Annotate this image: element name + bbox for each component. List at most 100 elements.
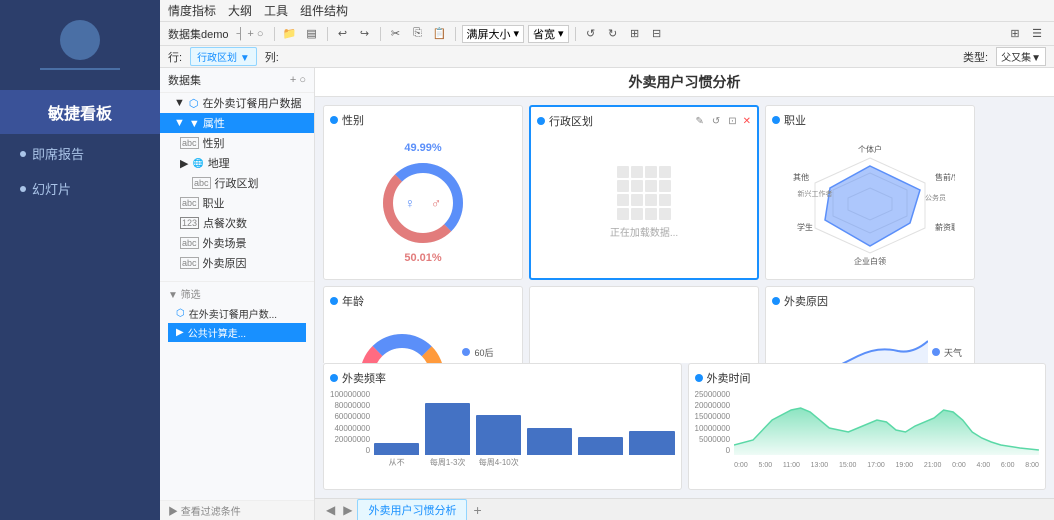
- tree-item-occupation[interactable]: abc 职业: [160, 193, 314, 213]
- tab-add-button[interactable]: +: [469, 502, 485, 518]
- filter-section: ▼ 筛选 ⬡ 在外卖订餐用户数... ▶ 公共计算走...: [160, 281, 314, 346]
- file-name-label: 数据集demo: [168, 26, 229, 42]
- expand-icon[interactable]: ⊡: [726, 116, 738, 127]
- loading-cell: [659, 166, 671, 178]
- menu-item-outline[interactable]: 大纲: [228, 2, 252, 19]
- folder-icon[interactable]: 📁: [281, 25, 299, 43]
- gender-chart-title: 性别: [330, 112, 516, 128]
- filter-footer[interactable]: ▶ 查看过滤条件: [160, 500, 314, 520]
- sidebar-item-dashboard[interactable]: 敏捷看板: [0, 90, 160, 134]
- menu-item-tools[interactable]: 工具: [264, 2, 288, 19]
- row-filter-tag[interactable]: 行政区划 ▼: [190, 47, 257, 66]
- pencil-icon[interactable]: ✎: [693, 116, 705, 127]
- loading-cell: [617, 208, 629, 220]
- reason-chart-title: 外卖原因: [772, 293, 968, 309]
- abc-icon: abc: [180, 257, 199, 269]
- zoom-dropdown[interactable]: 满屏大小 ▾: [462, 25, 525, 43]
- y-label: 25000000: [695, 390, 731, 399]
- abc-icon: abc: [180, 197, 199, 209]
- y-label: 100000000: [330, 390, 370, 399]
- tab-prev-icon[interactable]: ◀: [323, 503, 338, 517]
- view-dropdown[interactable]: 省宽 ▾: [528, 25, 569, 43]
- tree-item-attributes-folder[interactable]: ▼ ▼ 属性: [160, 113, 314, 133]
- zoom-in-icon[interactable]: ⊞: [626, 25, 644, 43]
- x-label: 17:00: [867, 462, 885, 469]
- x-label: 0:00: [952, 462, 966, 469]
- legend-label-weather: 天气: [944, 346, 962, 359]
- legend-dot-icon: [462, 348, 470, 356]
- tree-item-attributes[interactable]: ▼ ⬡ 在外卖订餐用户数据: [160, 93, 314, 113]
- grid-icon[interactable]: ▤: [303, 25, 321, 43]
- legend-70s: 70后: [462, 362, 493, 364]
- age-chart-title: 年龄: [330, 293, 516, 309]
- occupation-chart-body: 个体户 售前/售后 薪资职业 企业白领 学生 其他 新兴工作者 公务员: [772, 132, 968, 273]
- legend-label-lazy: 懒了: [944, 362, 962, 364]
- order-freq-title: 外卖频率: [330, 370, 675, 386]
- bar-item: [425, 403, 470, 455]
- second-toolbar: 行: 行政区划 ▼ 列: 类型: 父又集▼: [160, 46, 1054, 68]
- tree-label-props: ▼ 属性: [189, 115, 225, 131]
- geo-icon: 🌐: [192, 158, 203, 169]
- tree-item-district[interactable]: abc 行政区划: [160, 173, 314, 193]
- zoom-out-icon[interactable]: ⊟: [648, 25, 666, 43]
- bar-label-1-3: 每周1-3次: [425, 457, 470, 468]
- title-dot-icon: [330, 297, 338, 305]
- redo-icon[interactable]: ↪: [356, 25, 374, 43]
- paste-icon[interactable]: 📋: [431, 25, 449, 43]
- filter-item-2[interactable]: ▶ 公共计算走...: [168, 323, 306, 342]
- bar-item: [629, 431, 674, 455]
- file-panel-add-icon[interactable]: + ○: [290, 74, 306, 86]
- grid-view-icon[interactable]: ⊞: [1006, 25, 1024, 43]
- sidebar-item-slides[interactable]: 幻灯片: [0, 171, 160, 206]
- charts-grid: 性别 49.99%: [315, 97, 1054, 363]
- menu-item-metrics[interactable]: 情度指标: [168, 2, 216, 19]
- tree-item-gender[interactable]: abc 性别: [160, 133, 314, 153]
- title-dot-icon: [330, 116, 338, 124]
- chevron-down-icon: ▼: [174, 97, 185, 109]
- svg-text:个体户: 个体户: [858, 144, 882, 154]
- card-actions: ✎ ↺ ⊡ ✕: [693, 116, 751, 127]
- toolbar-separator-2: [327, 27, 328, 41]
- refresh-card-icon[interactable]: ↺: [710, 116, 722, 127]
- sync-icon[interactable]: ↻: [604, 25, 622, 43]
- x-label: 21:00: [924, 462, 942, 469]
- refresh-icon[interactable]: ↺: [582, 25, 600, 43]
- tree-item-geo[interactable]: ▶ 🌐 地理: [160, 153, 314, 173]
- svg-text:新兴工作者: 新兴工作者: [798, 189, 833, 198]
- tree-label-geo: 地理: [208, 155, 230, 171]
- loading-cell: [659, 194, 671, 206]
- tree-item-order-count[interactable]: 123 点餐次数: [160, 213, 314, 233]
- y-label: 60000000: [330, 412, 370, 421]
- toolbar-separator-4: [455, 27, 456, 41]
- sidebar-item-reports[interactable]: 即席报告: [0, 136, 160, 171]
- file-panel-header: 数据集 + ○: [160, 68, 314, 93]
- type-label: 类型:: [963, 49, 988, 65]
- bar-item: [476, 415, 521, 455]
- copy-icon[interactable]: ⎘: [409, 25, 427, 43]
- type-select[interactable]: 父又集▼: [996, 47, 1046, 66]
- file-panel-title: 数据集: [168, 72, 201, 88]
- x-label: 19:00: [896, 462, 914, 469]
- list-view-icon[interactable]: ☰: [1028, 25, 1046, 43]
- tab-next-icon[interactable]: ▶: [340, 503, 355, 517]
- bar-label-4-10: 每周4-10次: [476, 457, 521, 468]
- close-icon[interactable]: ✕: [743, 116, 751, 127]
- x-label: 5:00: [758, 462, 772, 469]
- svg-text:♂: ♂: [431, 195, 442, 211]
- filter-item-1[interactable]: ⬡ 在外卖订餐用户数...: [168, 304, 306, 323]
- x-label: 15:00: [839, 462, 857, 469]
- legend-weather: 天气: [932, 346, 962, 359]
- num-icon: 123: [180, 217, 199, 229]
- filter-icon: ⬡: [176, 308, 185, 319]
- menu-item-components[interactable]: 组件结构: [300, 2, 348, 19]
- tree-item-scenario[interactable]: abc 外卖场景: [160, 233, 314, 253]
- cut-icon[interactable]: ✂: [387, 25, 405, 43]
- svg-text:♀: ♀: [405, 195, 416, 211]
- tab-dashboard[interactable]: 外卖用户习惯分析: [357, 499, 467, 520]
- svg-text:其他: 其他: [793, 172, 809, 182]
- toolbar: 数据集demo ┤ + ○ 📁 ▤ ↩ ↪ ✂ ⎘ 📋 满屏大小 ▾ 省宽 ▾ …: [160, 22, 1054, 46]
- bar-chart: [374, 390, 674, 455]
- undo-icon[interactable]: ↩: [334, 25, 352, 43]
- chevron-right-icon: ▶: [176, 327, 184, 338]
- tree-item-reason[interactable]: abc 外卖原因: [160, 253, 314, 273]
